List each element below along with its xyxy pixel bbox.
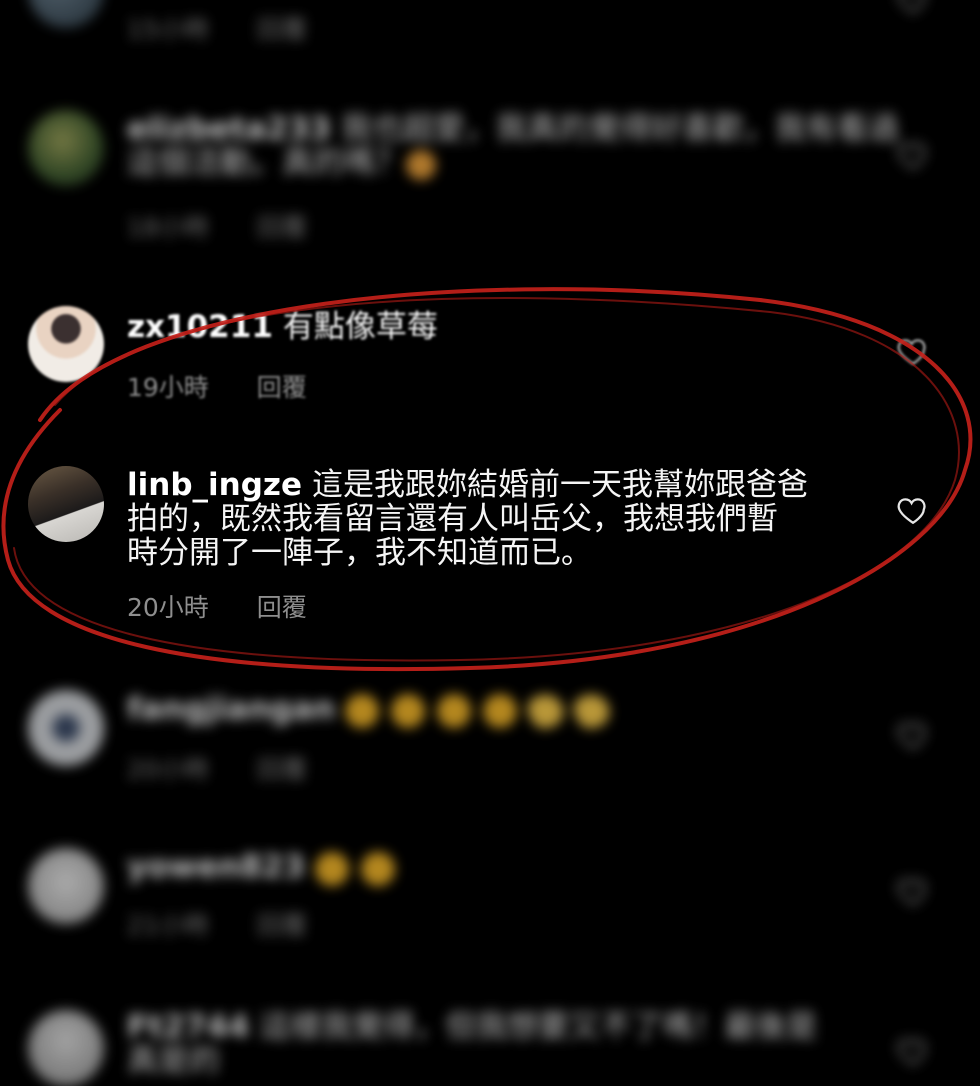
reply-button[interactable]: 回覆 (257, 593, 307, 622)
comment-time: 20小時 (127, 593, 209, 622)
avatar[interactable] (28, 690, 104, 766)
comment-time: 20小時 (127, 755, 209, 784)
clap-emoji-icon (523, 687, 569, 734)
comment-text: 真是的 (127, 1043, 220, 1079)
comment-text: 我也超愛，我真的覺得好喜歡，我有看過 (340, 111, 899, 147)
laugh-cry-emoji-icon (345, 693, 380, 728)
avatar[interactable] (28, 0, 104, 28)
comment-meta: 20小時 回覆 (127, 588, 307, 624)
reply-button[interactable]: 回覆 (257, 911, 307, 940)
heart-icon[interactable] (896, 874, 930, 908)
comment-text: 有點像草莓 (282, 309, 438, 345)
reply-button[interactable]: 回覆 (257, 755, 307, 784)
comment-content: Ft2744 這樣我覺得，但我想要又不了嗎！最後是 真是的 (127, 1010, 847, 1078)
comment-meta: 15小時 回覆 (127, 10, 307, 46)
heart-icon[interactable] (896, 334, 930, 368)
laugh-cry-emoji-icon (360, 851, 395, 886)
avatar[interactable] (28, 848, 104, 924)
hug-emoji-icon (406, 149, 436, 180)
comment-username[interactable]: fangjiangan (127, 691, 335, 727)
avatar[interactable] (28, 306, 104, 382)
comment-content: yowen823 (127, 850, 847, 886)
laugh-cry-emoji-icon (437, 693, 472, 728)
comment-text: 時分開了一陣子，我不知道而已。 (127, 535, 592, 571)
comment-text: 這是我跟妳結婚前一天我幫妳跟爸爸 (311, 467, 808, 503)
comment-content: linb_ingze 這是我跟妳結婚前一天我幫妳跟爸爸 拍的，既然我看留言還有人叫… (127, 468, 847, 570)
heart-icon[interactable] (896, 0, 930, 16)
laugh-cry-emoji-icon (483, 693, 518, 728)
heart-icon[interactable] (896, 138, 930, 172)
heart-icon[interactable] (896, 718, 930, 752)
comment-time: 15小時 (127, 15, 209, 44)
comment-username[interactable]: elizbeta233 (127, 111, 331, 147)
reply-button[interactable]: 回覆 (257, 373, 307, 402)
avatar[interactable] (28, 110, 104, 186)
comment-text: 這樣我覺得，但我想要又不了嗎！最後是 (259, 1009, 818, 1045)
comment-content: fangjiangan (127, 687, 847, 734)
avatar[interactable] (28, 466, 104, 542)
comment-username[interactable]: zx10211 (127, 309, 273, 345)
comment-meta: 21小時 回覆 (127, 906, 307, 942)
laugh-cry-emoji-icon (314, 851, 349, 886)
comment-username[interactable]: yowen823 (127, 849, 305, 885)
comment-meta: 20小時 回覆 (127, 750, 307, 786)
comment-time: 18小時 (127, 213, 209, 242)
comment-username[interactable]: Ft2744 (127, 1009, 249, 1045)
avatar[interactable] (28, 1010, 104, 1086)
comment-meta: 19小時 回覆 (127, 368, 307, 404)
comment-text: 拍的，既然我看留言還有人叫岳父，我想我們暫 (127, 501, 778, 537)
reply-button[interactable]: 回覆 (257, 15, 307, 44)
comment-meta: 18小時 回覆 (127, 208, 307, 244)
laugh-cry-emoji-icon (391, 693, 426, 728)
comment-content: zx10211 有點像草莓 (127, 310, 847, 344)
heart-icon[interactable] (896, 1034, 930, 1068)
heart-icon[interactable] (896, 493, 930, 527)
clap-emoji-icon (569, 687, 615, 734)
comment-content: elizbeta233 我也超愛，我真的覺得好喜歡，我有看過 這個活動。真的嗎？ (127, 111, 899, 181)
comment-username[interactable]: linb_ingze (127, 467, 302, 503)
comment-time: 19小時 (127, 373, 209, 402)
comment-text: 這個活動。真的嗎？ (127, 145, 406, 181)
reply-button[interactable]: 回覆 (257, 213, 307, 242)
comment-time: 21小時 (127, 911, 209, 940)
